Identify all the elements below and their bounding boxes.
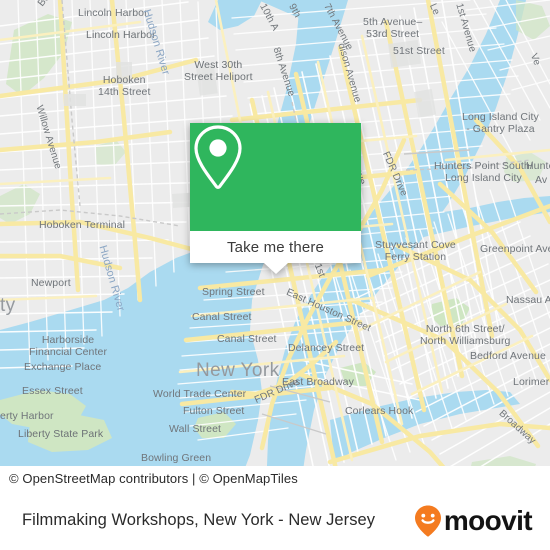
map-canvas[interactable]: .land { fill:#ececec; } .water { fill:#a… [0, 0, 550, 491]
moovit-logo[interactable]: moovit [413, 504, 533, 538]
map-page: .land { fill:#ececec; } .water { fill:#a… [0, 0, 550, 550]
take-me-there-label: Take me there [227, 238, 324, 256]
moovit-smiley-pin-icon [414, 505, 441, 536]
take-me-there-button[interactable]: Take me there [190, 231, 361, 263]
map-attribution-bar: © OpenStreetMap contributors | © OpenMap… [0, 466, 550, 491]
popup-pointer-tail [263, 263, 288, 274]
page-title: Filmmaking Workshops, New York - New Jer… [22, 511, 376, 529]
page-footer: Filmmaking Workshops, New York - New Jer… [0, 491, 550, 550]
attribution-text: © OpenStreetMap contributors | © OpenMap… [9, 471, 298, 486]
moovit-wordmark: moovit [443, 504, 533, 536]
location-pin-icon [194, 125, 242, 190]
popup-header [190, 123, 361, 231]
location-popup-card[interactable]: Take me there [190, 123, 361, 274]
